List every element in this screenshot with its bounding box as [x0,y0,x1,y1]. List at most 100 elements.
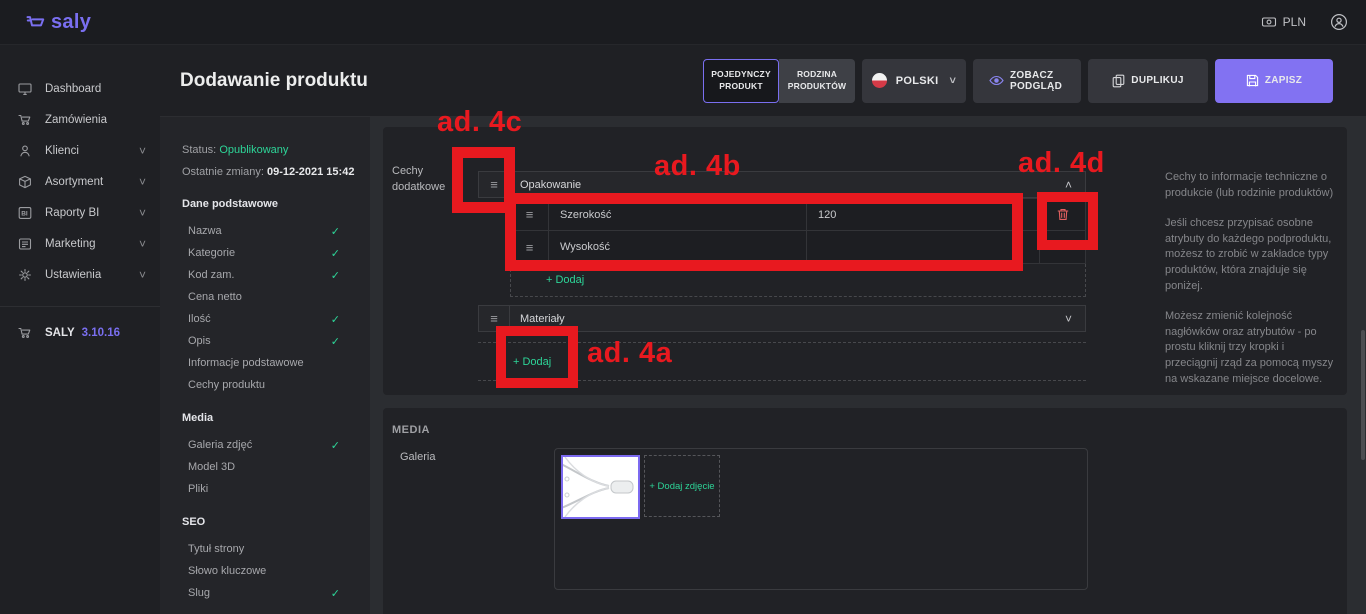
panel-item-label: Slug [188,587,210,599]
status-value: Opublikowany [219,144,288,156]
check-icon: ✓ [331,439,340,452]
panel-item-cena-netto[interactable]: Cena netto [182,286,356,308]
vertical-scrollbar[interactable] [1361,330,1365,460]
check-icon: ✓ [331,313,340,326]
annotation-label-4b: ad. 4b [654,150,741,183]
sidebar-item-clients[interactable]: Klienci ˅ [0,135,160,166]
check-icon: ✓ [331,335,340,348]
sidebar-item-settings[interactable]: Ustawienia ˅ [0,259,160,290]
duplicate-button[interactable]: DUPLIKUJ [1088,59,1208,103]
language-dropdown[interactable]: POLSKI ˅ [862,59,966,103]
panel-item-kod-zam[interactable]: Kod zam. ✓ [182,264,356,286]
status-label: Status: [182,144,216,156]
media-card: MEDIA Galeria + Dodaj zdjęcie [383,408,1347,614]
annotation-label-4c: ad. 4c [437,106,522,139]
annotation-box-4b [505,193,1023,271]
app-version: SALY 3.10.16 [0,317,160,348]
panel-item-galeria-zdjec[interactable]: Galeria zdjęć ✓ [182,434,356,456]
sidebar-item-label: Dashboard [45,83,101,95]
panel-item-informacje[interactable]: Informacje podstawowe [182,352,356,374]
panel-item-slowo-kluczowe[interactable]: Słowo kluczowe [182,560,356,582]
sidebar-item-reports-bi[interactable]: BI Raporty BI ˅ [0,197,160,228]
page-header: Dodawanie produktu POJEDYNCZY PRODUKT RO… [160,45,1366,117]
add-photo-label: + Dodaj zdjęcie [649,481,714,492]
gallery-container: + Dodaj zdjęcie [554,448,1088,590]
chevron-down-icon: ˅ [950,75,957,87]
sidebar-item-label: Klienci [45,145,79,157]
panel-item-label: Kod zam. [188,269,234,281]
check-icon: ✓ [331,587,340,600]
banknote-icon [1261,15,1277,29]
panel-item-pliki[interactable]: Pliki [182,478,356,500]
orders-cart-icon [17,112,32,127]
duplicate-label: DUPLIKUJ [1131,75,1183,86]
preview-label: ZOBACZ PODGLĄD [1010,70,1065,92]
sidebar-divider [0,306,160,307]
save-button[interactable]: ZAPISZ [1215,59,1333,103]
chevron-down-icon: ˅ [139,144,146,158]
gallery-field-label: Galeria [400,451,435,463]
preview-button[interactable]: ZOBACZ PODGLĄD [973,59,1081,103]
panel-item-opis[interactable]: Opis ✓ [182,330,356,352]
saly-logo[interactable]: saly [26,11,91,34]
product-type-segmented-control: POJEDYNCZY PRODUKT RODZINA PRODUKTÓW [703,59,855,103]
copy-icon [1112,74,1125,88]
chevron-down-icon: ˅ [139,175,146,189]
sidebar-item-dashboard[interactable]: Dashboard [0,73,160,104]
changed-value: 09-12-2021 15:42 [267,166,354,178]
panel-item-tytul-strony[interactable]: Tytuł strony [182,538,356,560]
gallery-photo-thumbnail[interactable] [561,455,640,519]
panel-item-nazwa[interactable]: Nazwa ✓ [182,220,356,242]
features-help-text: Cechy to informacje techniczne o produkc… [1165,170,1337,402]
annotation-box-4a [496,326,578,388]
check-icon: ✓ [331,269,340,282]
currency-selector[interactable]: PLN [1261,15,1306,29]
currency-label: PLN [1283,15,1306,29]
chevron-down-icon: ˅ [1065,306,1072,331]
changed-label: Ostatnie zmiany: [182,166,264,178]
panel-item-label: Tytuł strony [188,543,244,555]
product-progress-panel: Status: Opublikowany Ostatnie zmiany: 09… [160,117,370,614]
check-icon: ✓ [331,225,340,238]
annotation-label-4a: ad. 4a [587,337,672,370]
clients-icon [17,143,32,158]
help-paragraph: Jeśli chcesz przypisać osobne atrybuty d… [1165,216,1337,294]
product-family-tab[interactable]: RODZINA PRODUKTÓW [779,59,855,103]
panel-item-label: Pliki [188,483,208,495]
sidebar-item-label: Ustawienia [45,269,101,281]
single-product-tab[interactable]: POJEDYNCZY PRODUKT [703,59,779,103]
add-attribute-button[interactable]: + Dodaj [546,274,584,286]
main-sidebar: Dashboard Zamówienia Klienci ˅ [0,45,160,614]
section-title-seo: SEO [182,516,356,531]
panel-item-kategorie[interactable]: Kategorie✓ [182,242,356,264]
panel-item-label: Nazwa [188,225,222,237]
add-photo-button[interactable]: + Dodaj zdjęcie [644,455,720,517]
sidebar-item-marketing[interactable]: Marketing ˅ [0,228,160,259]
panel-item-label: Model 3D [188,461,235,473]
svg-text:BI: BI [21,210,28,217]
sidebar-item-orders[interactable]: Zamówienia [0,104,160,135]
chevron-down-icon: ˅ [139,206,146,220]
sidebar-item-assortment[interactable]: Asortyment ˅ [0,166,160,197]
annotation-label-4d: ad. 4d [1018,147,1105,180]
version-number: 3.10.16 [82,327,120,339]
panel-item-label: Galeria zdjęć [188,439,252,451]
eye-icon [989,75,1004,86]
features-field-label: Cechy dodatkowe [392,163,454,195]
profile-menu-button[interactable] [1330,13,1348,31]
status-line: Status: Opublikowany [182,144,356,160]
panel-item-cechy-produktu[interactable]: Cechy produktu [182,374,356,396]
panel-item-slug[interactable]: Slug ✓ [182,582,356,604]
saly-cart-icon [17,325,32,340]
language-label: POLSKI [896,75,939,87]
marketing-icon [17,236,32,251]
chevron-down-icon: ˅ [139,237,146,251]
settings-gear-icon [17,267,32,282]
panel-item-label: Opis [188,335,211,347]
panel-item-ilosc[interactable]: Ilość✓ [182,308,356,330]
panel-item-model-3d[interactable]: Model 3D [182,456,356,478]
sidebar-item-label: Raporty BI [45,207,99,219]
cart-logo-icon [26,14,46,31]
annotation-box-4d [1037,192,1098,250]
app-window: saly PLN [0,0,1366,614]
